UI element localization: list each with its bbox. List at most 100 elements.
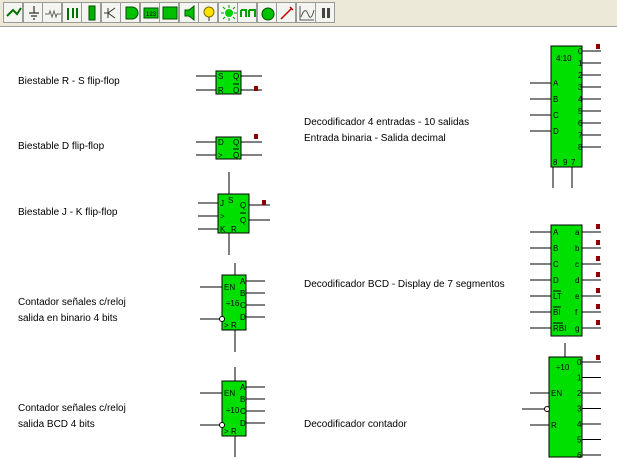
battery-tool-button[interactable] [81, 2, 101, 23]
pin-label: R [231, 225, 237, 234]
pin-label: B [240, 289, 245, 298]
lamp-tool-button[interactable] [198, 2, 218, 23]
label-counter16-line1: Contador señales c/reloj [18, 297, 126, 308]
pin-label: A [553, 79, 559, 88]
pin-label: EN [551, 389, 562, 398]
sun-tool-button[interactable] [217, 2, 238, 23]
pin-label: RBI [553, 324, 566, 333]
graph-icon [299, 6, 314, 21]
pin-label: Q [233, 72, 239, 81]
pin-label: A [240, 277, 246, 286]
pin-label: g [575, 324, 579, 333]
label-counter10-line1: Contador señales c/reloj [18, 403, 126, 414]
probe-icon [280, 6, 294, 20]
state-indicator [596, 256, 600, 261]
pin-label: 3 [578, 83, 583, 92]
pin-label: > [218, 151, 223, 160]
pin-label: 2 [578, 71, 583, 80]
pin-label: A [240, 383, 246, 392]
ground-tool-button[interactable] [22, 2, 43, 23]
label-counter10-line2: salida BCD 4 bits [18, 419, 95, 430]
pin-label: ÷10 [226, 406, 240, 415]
resistor-tool-button[interactable] [42, 2, 62, 23]
pin-label: C [553, 260, 559, 269]
display-icon [240, 9, 256, 17]
pin-label: > [220, 212, 225, 221]
pin-label: R [231, 427, 237, 436]
pin-label: C [240, 301, 246, 310]
label-d-flipflop: Biestable D flip-flop [18, 141, 105, 152]
label-decoder-4-10-line2: Entrada binaria - Salida decimal [304, 133, 446, 144]
label-decoder-4-10-line1: Decodificador 4 entradas - 10 salidas [304, 117, 470, 128]
label-decoder-counter: Decodificador contador [304, 419, 407, 430]
chip-tool-button[interactable]: 123 [139, 2, 160, 23]
pin-label: 8 [578, 143, 583, 152]
sun-icon [220, 5, 237, 21]
pin-label: C [553, 111, 559, 120]
wire-tool-button[interactable] [3, 2, 23, 23]
pin-label: R [218, 86, 224, 95]
and-gate-icon [125, 6, 139, 20]
pin-label: 1 [578, 59, 583, 68]
transistor-icon [103, 7, 115, 19]
lamp-icon [203, 6, 215, 21]
pin-label: 5 [578, 107, 583, 116]
pin-label: Q [233, 138, 239, 147]
label-counter16-line2: salida en binario 4 bits [18, 313, 118, 324]
pin-label: B [553, 95, 558, 104]
pin-label: Q [233, 151, 239, 160]
pin-label: LT [553, 292, 562, 301]
pin-label: R [551, 421, 557, 430]
counter-tool-button[interactable] [159, 2, 179, 23]
pin-label: 0 [578, 47, 583, 56]
pin-label: ÷10 [556, 363, 570, 372]
display-tool-button[interactable] [237, 2, 257, 23]
state-indicator [254, 134, 258, 139]
label-bcd-7seg: Decodificador BCD - Display de 7 segment… [304, 279, 505, 290]
pin-label: ÷16 [226, 299, 240, 308]
pin-label: B [240, 395, 245, 404]
chip-icon: 123 [143, 7, 158, 19]
switch-tool-button[interactable] [61, 2, 82, 23]
pin-label: C [240, 407, 246, 416]
graph-tool-button[interactable] [295, 2, 316, 23]
pin-label: Q [240, 216, 246, 225]
circuit-canvas[interactable]: S R Q Q D > Q Q J > K S R Q Q A B C D EN ÷16 > R A B C D EN ÷10 > R 4:1… [0, 27, 617, 459]
pin-label: Q [240, 201, 246, 210]
pin-label: 6 [578, 119, 583, 128]
pin-label: D [240, 419, 246, 428]
pin-label: D [553, 276, 559, 285]
pin-label: e [575, 292, 580, 301]
pin-label: 4 [577, 420, 582, 429]
and-gate-tool-button[interactable] [120, 2, 140, 23]
state-indicator [596, 320, 600, 325]
transistor-tool-button[interactable] [100, 2, 121, 23]
svg-text:123: 123 [146, 12, 157, 18]
switch-icon [66, 8, 78, 20]
probe-tool-button[interactable] [276, 2, 296, 23]
pin-label: 5 [577, 436, 582, 445]
pin-label: c [575, 260, 579, 269]
state-indicator [254, 86, 258, 91]
pin-label: B [553, 244, 558, 253]
label-jk-flipflop: Biestable J - K flip-flop [18, 207, 118, 218]
clock-tool-button[interactable] [256, 2, 277, 23]
clock-icon [261, 7, 274, 21]
circuit-diagram: SRQQD>QQJ>KSRQQABCDEN÷16> RABCDEN÷10> R4:1… [196, 44, 601, 459]
speaker-tool-button[interactable] [178, 2, 199, 23]
pin-label: 0 [577, 358, 582, 367]
state-indicator [596, 240, 600, 245]
pin-label: a [575, 228, 580, 237]
pin-label: A [553, 228, 559, 237]
pin-label: D [553, 127, 559, 136]
pin-label: EN [224, 389, 235, 398]
pin-label: 4:10 [556, 54, 572, 63]
pin-label: 9 [563, 158, 568, 167]
battery-icon [88, 5, 96, 21]
pin-label: 2 [577, 389, 582, 398]
pause-tool-button[interactable] [315, 2, 335, 23]
pin-label: b [575, 244, 580, 253]
pin-label: K [220, 225, 226, 234]
pin-label: S [228, 196, 233, 205]
state-indicator [596, 288, 600, 293]
